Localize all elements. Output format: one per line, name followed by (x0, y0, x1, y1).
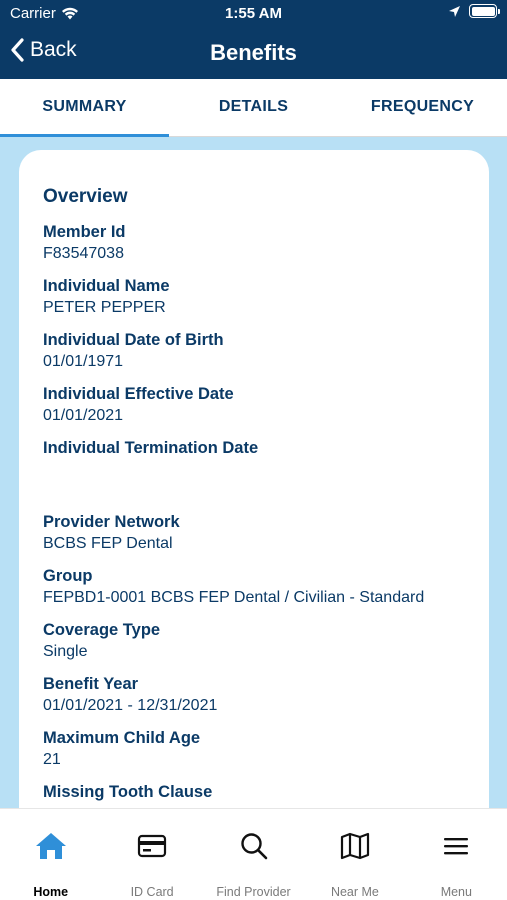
bottom-tab-bar: Home ID Card Find Provider Near Me Menu (0, 808, 507, 900)
nav-label: Home (33, 885, 69, 899)
status-time: 1:55 AM (225, 5, 282, 22)
status-bar: Carrier 1:55 AM (0, 0, 507, 28)
id-card-icon (135, 829, 169, 863)
nav-label: Menu (440, 885, 472, 899)
nav-near-me[interactable]: Near Me (304, 809, 405, 900)
overview-heading: Overview (43, 186, 128, 207)
field-label: Individual Effective Date (43, 385, 234, 403)
field-label: Individual Date of Birth (43, 331, 224, 349)
field-label: Maximum Child Age (43, 729, 201, 747)
nav-label: Near Me (330, 885, 379, 899)
effective-date-field: Individual Effective Date 01/01/2021 (43, 384, 465, 427)
field-label: Member Id (43, 223, 126, 241)
nav-label: Find Provider (216, 885, 291, 899)
member-id-field: Member Id F83547038 (43, 222, 465, 265)
field-value: 01/01/2021 - 12/31/2021 (43, 697, 218, 714)
field-label: Provider Network (43, 513, 180, 531)
coverage-type-field: Coverage Type Single (43, 620, 465, 663)
navigation-bar: Back Benefits (0, 28, 507, 79)
nav-label: ID Card (130, 885, 174, 899)
group-field: Group FEPBD1-0001 BCBS FEP Dental / Civi… (43, 566, 465, 609)
field-label: Individual Termination Date (43, 439, 259, 457)
page-title: Benefits (210, 40, 297, 65)
field-value: 21 (43, 751, 61, 768)
field-value: F83547038 (43, 245, 124, 262)
field-value: PETER PEPPER (43, 299, 166, 316)
field-label: Group (43, 567, 93, 585)
nav-menu[interactable]: Menu (406, 809, 507, 900)
map-icon (338, 829, 372, 863)
date-of-birth-field: Individual Date of Birth 01/01/1971 (43, 330, 465, 373)
field-value: Single (43, 643, 88, 660)
termination-date-field: Individual Termination Date (43, 438, 465, 498)
battery-icon (469, 4, 500, 18)
field-value: FEPBD1-0001 BCBS FEP Dental / Civilian -… (43, 589, 425, 606)
nav-find-provider[interactable]: Find Provider (203, 809, 304, 900)
tab-details[interactable]: DETAILS (169, 79, 338, 136)
field-label: Coverage Type (43, 621, 161, 639)
field-value: 01/01/1971 (43, 353, 124, 370)
tab-frequency[interactable]: FREQUENCY (338, 79, 507, 136)
nav-id-card[interactable]: ID Card (101, 809, 202, 900)
field-label: Individual Name (43, 277, 170, 295)
tab-bar: SUMMARY DETAILS FREQUENCY (0, 79, 507, 137)
field-label: Missing Tooth Clause (43, 783, 213, 801)
field-value: BCBS FEP Dental (43, 535, 173, 552)
individual-name-field: Individual Name PETER PEPPER (43, 276, 465, 319)
field-value: 01/01/2021 (43, 407, 124, 424)
provider-network-field: Provider Network BCBS FEP Dental (43, 512, 465, 555)
search-icon (237, 829, 271, 863)
status-right (448, 4, 500, 18)
benefit-year-field: Benefit Year 01/01/2021 - 12/31/2021 (43, 674, 465, 717)
nav-home[interactable]: Home (0, 809, 101, 900)
overview-card: Overview Member Id F83547038 Individual … (19, 150, 489, 830)
field-label: Benefit Year (43, 675, 139, 693)
hamburger-menu-icon (439, 829, 473, 863)
home-icon (34, 829, 68, 863)
location-arrow-icon (449, 5, 460, 17)
tab-summary[interactable]: SUMMARY (0, 79, 169, 137)
maximum-child-age-field: Maximum Child Age 21 (43, 728, 465, 771)
